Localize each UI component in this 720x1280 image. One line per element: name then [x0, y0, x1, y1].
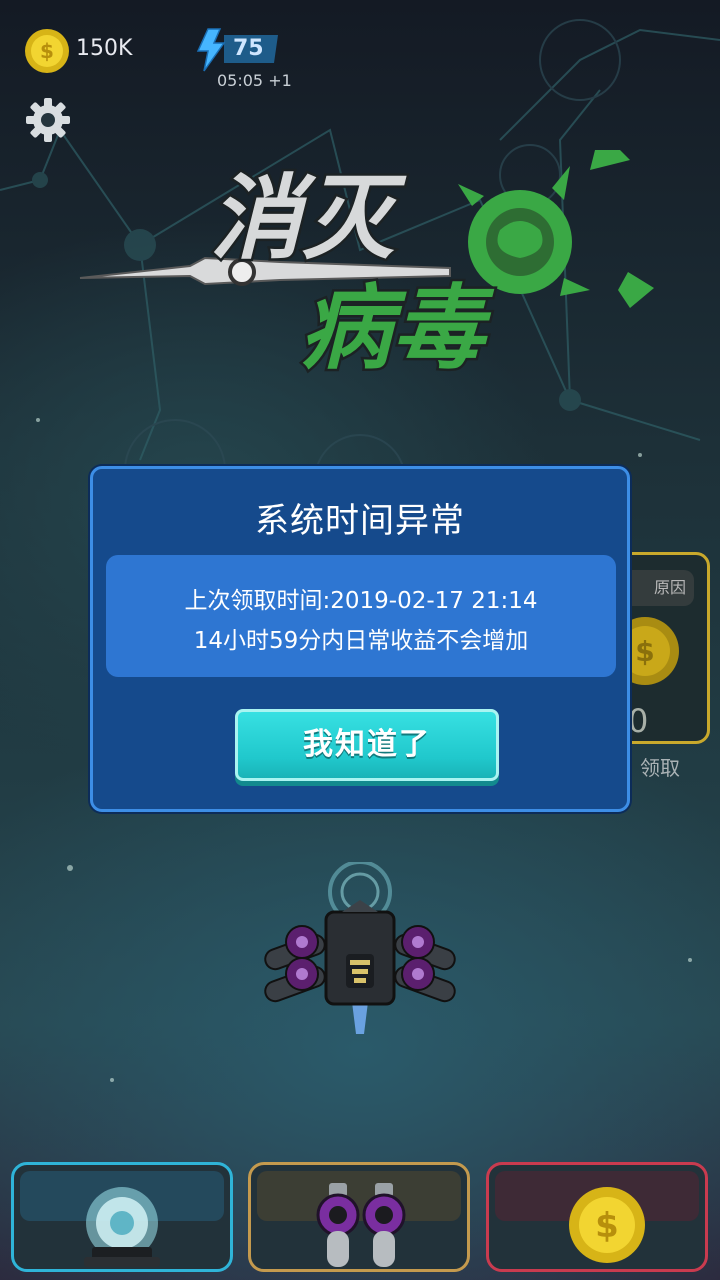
gear-icon[interactable]: [24, 96, 72, 144]
svg-text:$: $: [635, 635, 654, 668]
weapon-upgrade-card[interactable]: [248, 1162, 470, 1272]
last-claim-time-text: 上次领取时间:2019-02-17 21:14: [184, 588, 538, 614]
shield-upgrade-card[interactable]: [11, 1162, 233, 1272]
system-time-dialog: 系统时间异常 上次领取时间:2019-02-17 21:14 14小时59分内日…: [90, 466, 630, 812]
svg-text:$: $: [40, 39, 54, 63]
logo-line1: 消灭: [210, 165, 407, 272]
svg-text:$: $: [595, 1206, 619, 1246]
energy-count: 75: [233, 36, 264, 61]
reward-claim-label[interactable]: 领取: [640, 752, 680, 781]
logo-line2: 病毒: [300, 275, 495, 382]
income-notice-text: 14小时59分内日常收益不会增加: [193, 628, 529, 654]
reward-value: 0: [628, 702, 649, 740]
coin-upgrade-card[interactable]: $: [486, 1162, 708, 1272]
game-logo: 消灭 病毒: [79, 150, 654, 385]
shield-dome-icon: [84, 1187, 160, 1267]
coin-icon: $: [569, 1187, 645, 1263]
coin-count: 150K: [76, 36, 133, 61]
coin-icon: $: [25, 29, 69, 73]
energy-timer: 05:05 +1: [217, 71, 292, 90]
dialog-title: 系统时间异常: [255, 501, 465, 541]
dialog-message-box: 上次领取时间:2019-02-17 21:14 14小时59分内日常收益不会增加: [106, 555, 616, 677]
cannon-icon: [316, 1183, 406, 1267]
spaceship[interactable]: [260, 862, 460, 1042]
confirm-button[interactable]: 我知道了: [235, 709, 499, 781]
